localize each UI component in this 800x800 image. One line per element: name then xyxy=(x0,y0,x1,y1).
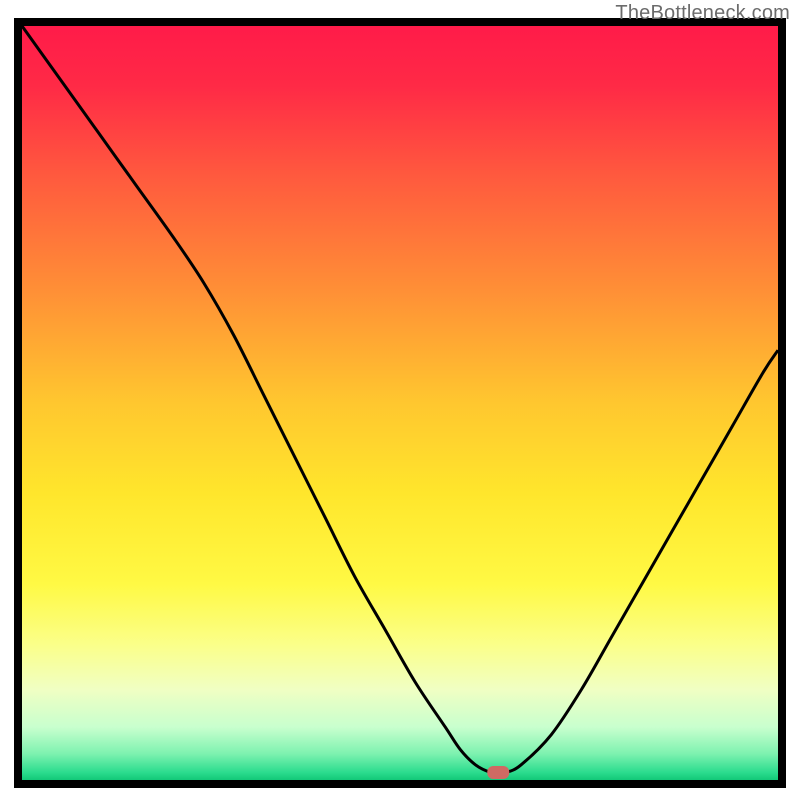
chart-container: TheBottleneck.com xyxy=(0,0,800,800)
optimal-point-marker xyxy=(487,766,509,779)
bottleneck-chart xyxy=(0,0,800,800)
gradient-background xyxy=(22,26,778,780)
watermark-text: TheBottleneck.com xyxy=(615,2,790,25)
